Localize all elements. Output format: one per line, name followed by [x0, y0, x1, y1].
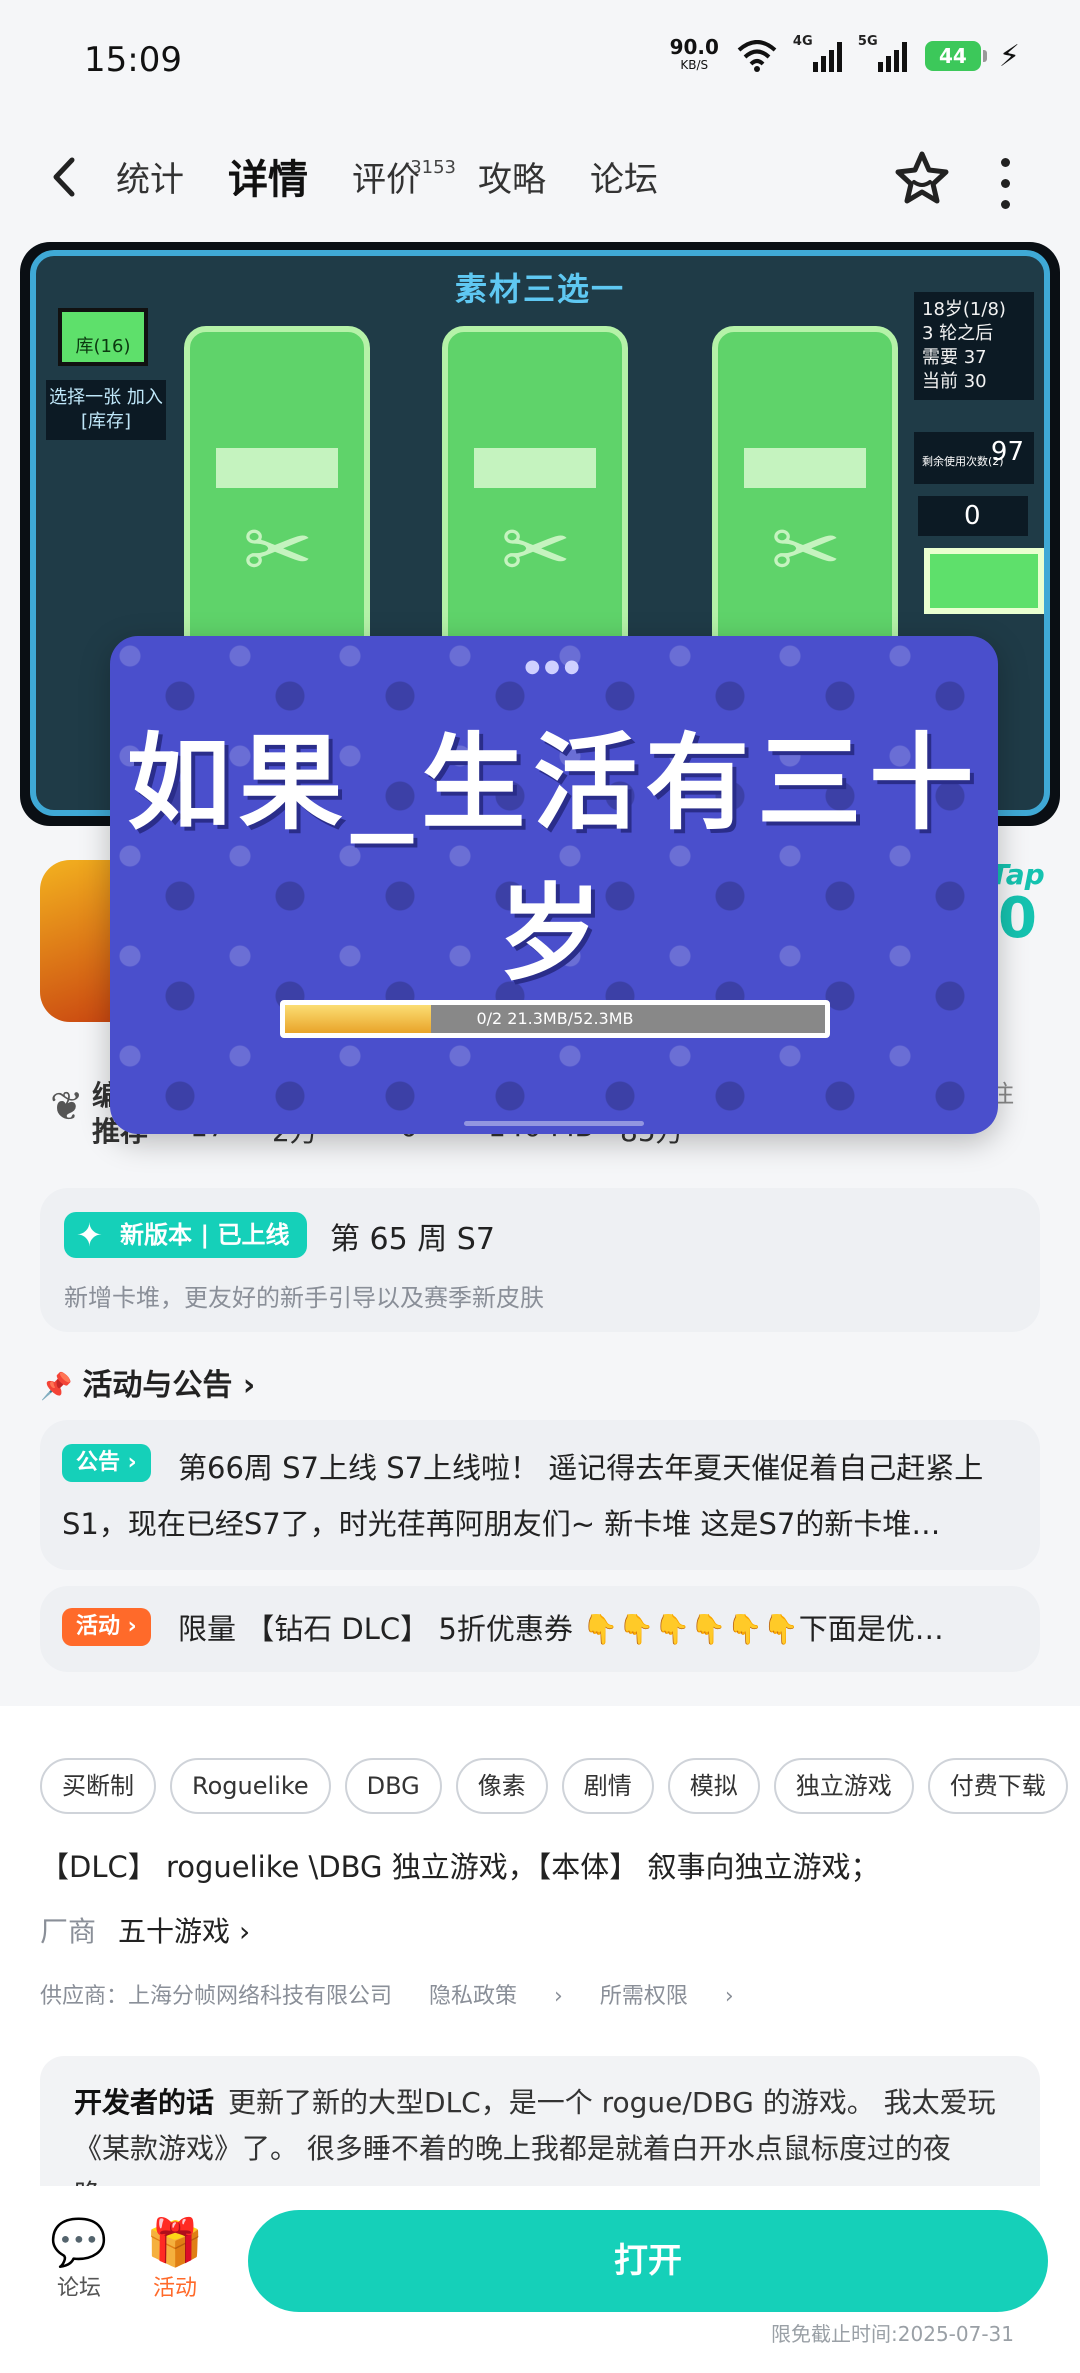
tag-chip[interactable]: 模拟 [667, 1758, 760, 1814]
permissions-link[interactable]: 所需权限 › [600, 1984, 734, 2009]
loading-overlay-window[interactable]: ●●● 如果_生活有三十岁 0/2 21.3MB/52.3MB [110, 636, 998, 1134]
tab-bar: 统计 详情 评价 3153 攻略 论坛 [116, 152, 702, 208]
game-stats-panel: 18岁(1/8) 3 轮之后 需要 37 当前 30 [914, 292, 1034, 400]
tag-chip[interactable]: 付费下载 [927, 1758, 1068, 1814]
events-section-header[interactable]: 📌 活动与公告 › [40, 1360, 255, 1404]
uses-counter: 97 剩余使用次数(2) [914, 432, 1034, 484]
tab-forum[interactable]: 论坛 [590, 152, 658, 208]
notice-text: 第66周 S7上线 S7上线啦！ 遥记得去年夏天催促着自己赶紧上S1，现在已经S… [62, 1451, 984, 1541]
back-button[interactable] [44, 152, 94, 202]
chevron-left-icon [53, 157, 75, 197]
choice-card: ✂ [712, 326, 898, 686]
favorite-button[interactable] [890, 146, 954, 210]
activity-card[interactable]: 活动 › 限量 【钻石 DLC】 5折优惠券 👇👇👇👇👇👇下面是优… [40, 1586, 1040, 1672]
review-count-badge: 3153 [410, 157, 456, 178]
tag-list: 买断制 Roguelike DBG 像素 剧情 模拟 独立游戏 付费下载 [40, 1758, 1068, 1814]
more-menu-button[interactable] [990, 152, 1020, 209]
window-home-indicator[interactable] [464, 1121, 644, 1126]
refresh-icon [924, 548, 1044, 614]
sparkle-icon: ✦ [76, 1216, 103, 1254]
laurel-icon: ❦ [50, 1084, 84, 1130]
signal-5g-icon: 5G [858, 34, 907, 72]
top-nav: 统计 详情 评价 3153 攻略 论坛 [0, 140, 1080, 220]
details-section: 买断制 Roguelike DBG 像素 剧情 模拟 独立游戏 付费下载 【DL… [0, 1706, 1080, 2236]
activity-text: 限量 【钻石 DLC】 5折优惠券 👇👇👇👇👇👇下面是优… [178, 1612, 944, 1646]
activity-button[interactable]: 🎁 活动 [130, 2214, 220, 2302]
gift-icon: 🎁 [146, 2215, 204, 2269]
chat-bubble-icon: 💬 [50, 2215, 108, 2269]
scissors-icon: ✂ [770, 501, 842, 599]
bottom-action-bar: 💬 论坛 🎁 活动 打开 限免截止时间:2025-07-31 [0, 2186, 1080, 2373]
supplier-row: 供应商：上海分帧网络科技有限公司 隐私政策 › 所需权限 › [40, 1978, 764, 2010]
short-intro: 【DLC】 roguelike \DBG 独立游戏，【本体】 叙事向独立游戏； [40, 1850, 880, 1884]
vendor-name[interactable]: 五十游戏 [118, 1915, 230, 1948]
tag-chip[interactable]: 像素 [455, 1758, 548, 1814]
tag-chip[interactable]: DBG [344, 1758, 442, 1814]
choice-card: ✂ [184, 326, 370, 686]
charging-icon: ⚡ [998, 38, 1020, 74]
notice-card[interactable]: 公告 › 第66周 S7上线 S7上线啦！ 遥记得去年夏天催促着自己赶紧上S1，… [40, 1420, 1040, 1570]
activity-tag: 活动 › [62, 1608, 151, 1646]
game-title-logo: 如果_生活有三十岁 [126, 722, 982, 995]
signal-4g-icon: 4G [793, 34, 842, 72]
choice-card: ✂ [442, 326, 628, 686]
battery-icon: 44 [924, 41, 987, 71]
new-version-badge: ✦ 新版本 | 已上线 [64, 1212, 308, 1258]
version-title: 第 65 周 S7 [330, 1222, 495, 1257]
tag-chip[interactable]: 买断制 [40, 1758, 156, 1814]
chevron-right-icon: › [242, 1368, 256, 1403]
star-icon [895, 151, 949, 204]
status-icons: 90.0 KB/S 4G 5G 44 ⚡ [669, 34, 1020, 74]
rating-score: 0 [998, 886, 1037, 951]
download-progress-bar: 0/2 21.3MB/52.3MB [280, 1000, 830, 1038]
choice-hint: 选择一张 加入[库存] [46, 380, 166, 440]
game-screen-title: 素材三选一 [454, 270, 625, 308]
pin-icon: 📌 [40, 1372, 73, 1402]
tab-reviews[interactable]: 评价 3153 [352, 152, 456, 208]
window-handle[interactable]: ●●● [110, 656, 998, 677]
version-card[interactable]: ✦ 新版本 | 已上线 第 65 周 S7 新增卡堆，更友好的新手引导以及赛季新… [40, 1188, 1040, 1332]
privacy-link[interactable]: 隐私政策 › [429, 1984, 563, 2009]
forum-button[interactable]: 💬 论坛 [34, 2214, 124, 2302]
free-deadline: 限免截止时间:2025-07-31 [771, 2322, 1014, 2346]
open-button[interactable]: 打开 [248, 2210, 1048, 2312]
chevron-right-icon: › [238, 1915, 251, 1948]
scissors-icon: ✂ [500, 501, 572, 599]
coin-counter: 0 [918, 496, 1028, 536]
status-bar: 15:09 90.0 KB/S 4G 5G 44 ⚡ [0, 0, 1080, 120]
tab-stats[interactable]: 统计 [116, 152, 184, 208]
tag-chip[interactable]: Roguelike [170, 1758, 331, 1814]
tab-guides[interactable]: 攻略 [478, 152, 546, 208]
download-progress-text: 0/2 21.3MB/52.3MB [476, 1009, 634, 1028]
scissors-icon: ✂ [242, 501, 314, 599]
net-speed: 90.0 KB/S [669, 35, 719, 72]
tag-chip[interactable]: 剧情 [561, 1758, 654, 1814]
vendor-row[interactable]: 厂商 五十游戏 › [40, 1910, 250, 1950]
tab-details[interactable]: 详情 [224, 152, 312, 208]
supplier-text: 供应商：上海分帧网络科技有限公司 [40, 1984, 393, 2009]
library-badge: 库(16) [58, 308, 148, 366]
wifi-icon [737, 40, 777, 72]
version-description: 新增卡堆，更友好的新手引导以及赛季新皮肤 [64, 1284, 544, 1312]
status-time: 15:09 [84, 40, 182, 80]
tag-chip[interactable]: 独立游戏 [773, 1758, 914, 1814]
